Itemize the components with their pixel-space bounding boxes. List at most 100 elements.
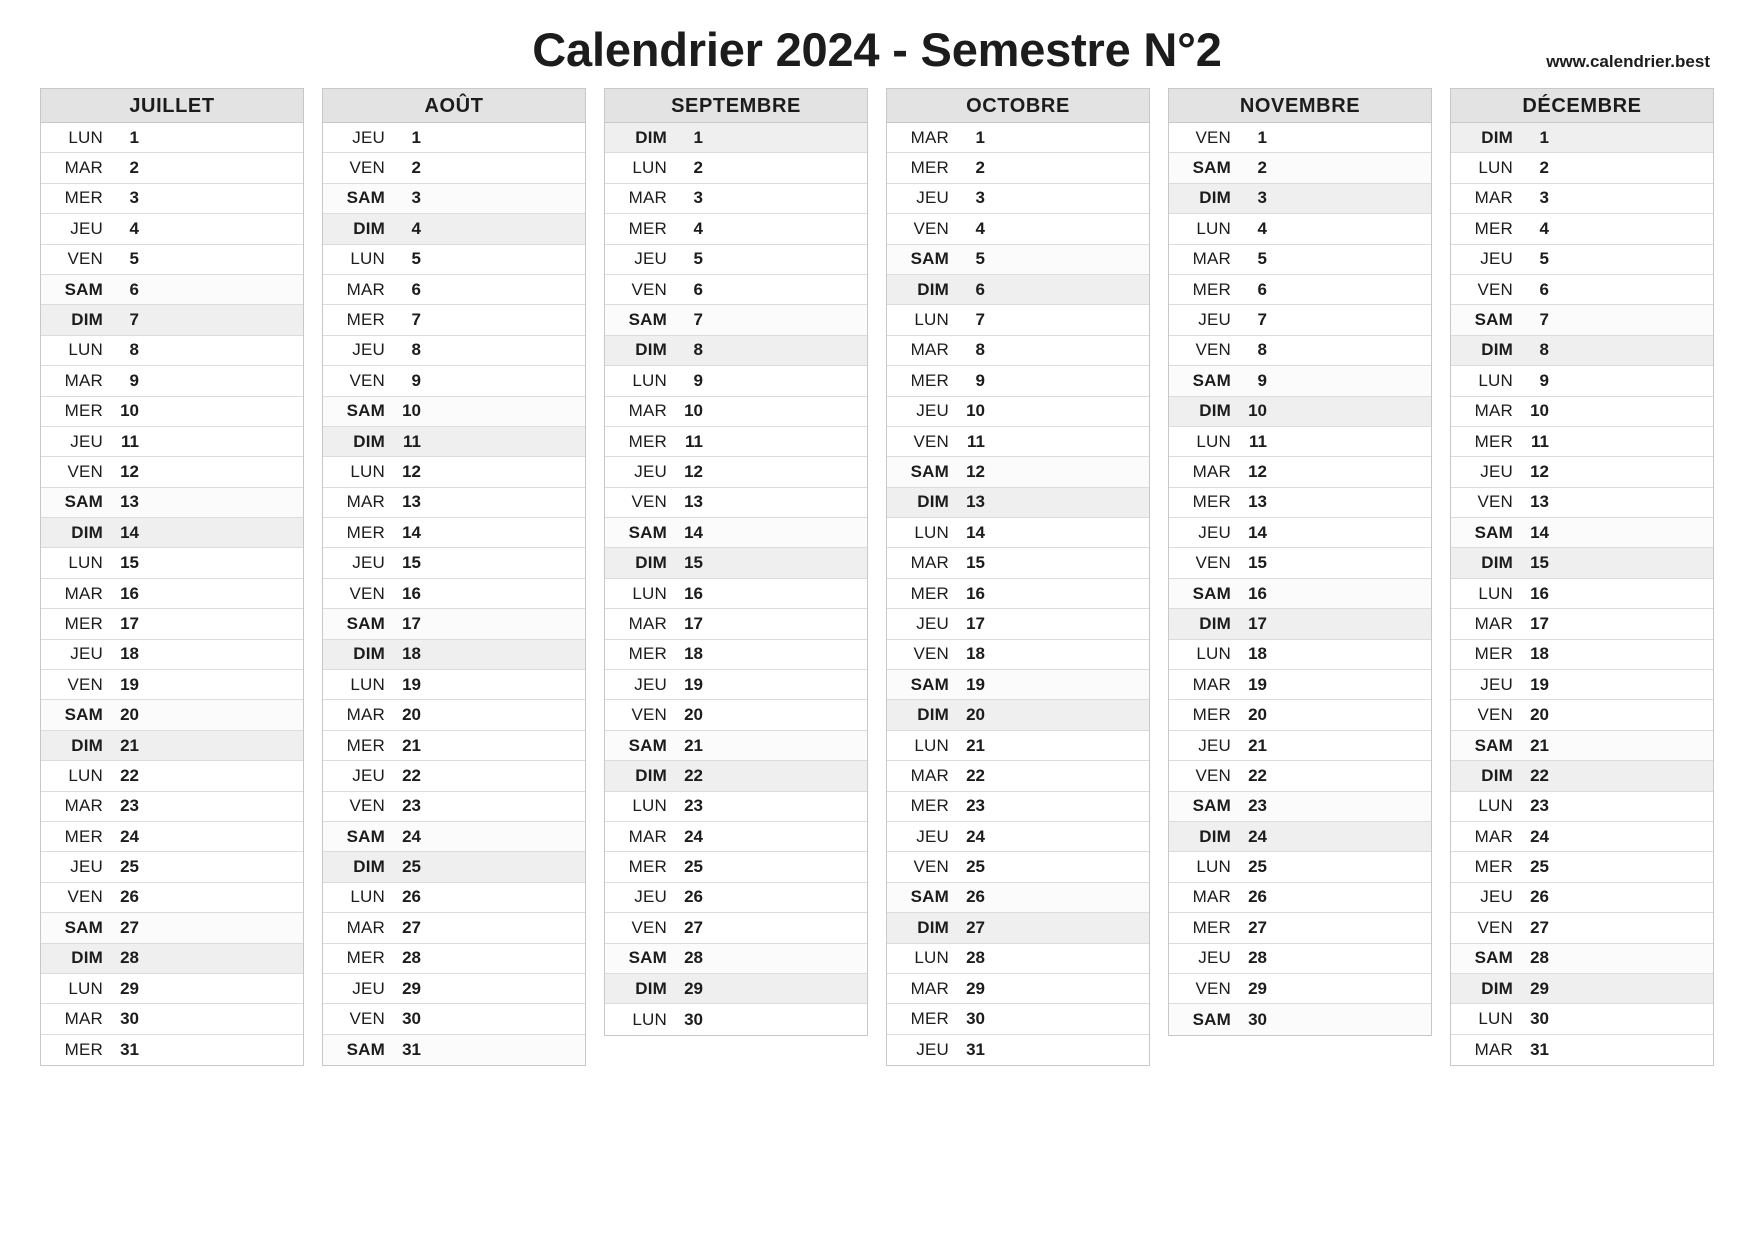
- day-row[interactable]: SAM 23: [1169, 791, 1431, 822]
- day-row[interactable]: MER 25: [605, 852, 867, 883]
- day-row[interactable]: JEU 24: [887, 821, 1149, 853]
- day-row[interactable]: LUN 23: [605, 791, 867, 822]
- day-row[interactable]: JEU 3: [887, 183, 1149, 215]
- day-row[interactable]: MER 23: [887, 791, 1149, 822]
- day-row[interactable]: MAR 19: [1169, 670, 1431, 701]
- day-row[interactable]: JEU 19: [605, 670, 867, 701]
- day-row[interactable]: MER 16: [887, 578, 1149, 610]
- day-row[interactable]: LUN 15: [41, 548, 303, 579]
- day-row[interactable]: MER 21: [323, 730, 585, 762]
- day-row[interactable]: MAR 17: [1451, 609, 1713, 640]
- day-row[interactable]: SAM 19: [887, 670, 1149, 701]
- day-row[interactable]: JEU 12: [605, 457, 867, 488]
- day-row[interactable]: MAR 24: [1451, 821, 1713, 853]
- day-row[interactable]: SAM 27: [41, 913, 303, 944]
- day-row[interactable]: JEU 5: [605, 244, 867, 275]
- day-row[interactable]: MER 13: [1169, 487, 1431, 519]
- day-row[interactable]: VEN 1: [1169, 123, 1431, 154]
- day-row[interactable]: MAR 27: [323, 913, 585, 944]
- day-row[interactable]: JEU 31: [887, 1034, 1149, 1066]
- day-row[interactable]: JEU 28: [1169, 943, 1431, 974]
- day-row[interactable]: JEU 1: [323, 123, 585, 154]
- day-row[interactable]: MAR 3: [605, 183, 867, 215]
- day-row[interactable]: JEU 5: [1451, 244, 1713, 275]
- day-row[interactable]: JEU 4: [41, 214, 303, 245]
- day-row[interactable]: JEU 8: [323, 335, 585, 367]
- day-row[interactable]: JEU 22: [323, 761, 585, 792]
- day-row[interactable]: MER 18: [605, 639, 867, 671]
- day-row[interactable]: DIM 1: [1451, 123, 1713, 154]
- day-row[interactable]: DIM 24: [1169, 821, 1431, 853]
- day-row[interactable]: MER 11: [605, 426, 867, 458]
- day-row[interactable]: SAM 26: [887, 882, 1149, 914]
- day-row[interactable]: JEU 11: [41, 426, 303, 458]
- day-row[interactable]: DIM 8: [1451, 335, 1713, 367]
- day-row[interactable]: SAM 10: [323, 396, 585, 427]
- day-row[interactable]: MER 31: [41, 1034, 303, 1066]
- day-row[interactable]: VEN 12: [41, 457, 303, 488]
- day-row[interactable]: SAM 31: [323, 1034, 585, 1066]
- day-row[interactable]: SAM 7: [605, 305, 867, 336]
- day-row[interactable]: JEU 12: [1451, 457, 1713, 488]
- day-row[interactable]: SAM 13: [41, 487, 303, 519]
- day-row[interactable]: SAM 30: [1169, 1004, 1431, 1035]
- day-row[interactable]: DIM 15: [605, 548, 867, 579]
- day-row[interactable]: MER 20: [1169, 700, 1431, 731]
- day-row[interactable]: MAR 12: [1169, 457, 1431, 488]
- day-row[interactable]: VEN 5: [41, 244, 303, 275]
- day-row[interactable]: SAM 28: [1451, 943, 1713, 974]
- day-row[interactable]: MER 10: [41, 396, 303, 427]
- day-row[interactable]: VEN 26: [41, 882, 303, 914]
- day-row[interactable]: JEU 21: [1169, 730, 1431, 762]
- day-row[interactable]: VEN 2: [323, 153, 585, 184]
- day-row[interactable]: LUN 2: [1451, 153, 1713, 184]
- day-row[interactable]: VEN 19: [41, 670, 303, 701]
- day-row[interactable]: VEN 11: [887, 426, 1149, 458]
- day-row[interactable]: SAM 2: [1169, 153, 1431, 184]
- day-row[interactable]: MAR 8: [887, 335, 1149, 367]
- day-row[interactable]: LUN 30: [605, 1004, 867, 1035]
- day-row[interactable]: MAR 9: [41, 366, 303, 397]
- day-row[interactable]: LUN 11: [1169, 426, 1431, 458]
- day-row[interactable]: VEN 6: [605, 274, 867, 306]
- day-row[interactable]: LUN 23: [1451, 791, 1713, 822]
- day-row[interactable]: VEN 20: [605, 700, 867, 731]
- day-row[interactable]: JEU 10: [887, 396, 1149, 427]
- day-row[interactable]: VEN 4: [887, 214, 1149, 245]
- day-row[interactable]: MAR 26: [1169, 882, 1431, 914]
- day-row[interactable]: VEN 13: [1451, 487, 1713, 519]
- day-row[interactable]: JEU 29: [323, 973, 585, 1005]
- day-row[interactable]: DIM 27: [887, 913, 1149, 944]
- day-row[interactable]: MER 14: [323, 518, 585, 549]
- day-row[interactable]: DIM 13: [887, 487, 1149, 519]
- day-row[interactable]: SAM 9: [1169, 366, 1431, 397]
- day-row[interactable]: JEU 26: [605, 882, 867, 914]
- day-row[interactable]: MER 3: [41, 183, 303, 215]
- day-row[interactable]: LUN 16: [605, 578, 867, 610]
- day-row[interactable]: SAM 20: [41, 700, 303, 731]
- day-row[interactable]: MAR 10: [605, 396, 867, 427]
- day-row[interactable]: DIM 20: [887, 700, 1149, 731]
- day-row[interactable]: SAM 17: [323, 609, 585, 640]
- day-row[interactable]: VEN 9: [323, 366, 585, 397]
- day-row[interactable]: DIM 21: [41, 730, 303, 762]
- day-row[interactable]: DIM 29: [1451, 973, 1713, 1005]
- day-row[interactable]: MER 11: [1451, 426, 1713, 458]
- day-row[interactable]: LUN 29: [41, 973, 303, 1005]
- day-row[interactable]: SAM 16: [1169, 578, 1431, 610]
- day-row[interactable]: MER 25: [1451, 852, 1713, 883]
- day-row[interactable]: DIM 7: [41, 305, 303, 336]
- day-row[interactable]: MER 17: [41, 609, 303, 640]
- day-row[interactable]: LUN 18: [1169, 639, 1431, 671]
- day-row[interactable]: VEN 6: [1451, 274, 1713, 306]
- day-row[interactable]: MAR 1: [887, 123, 1149, 154]
- day-row[interactable]: MAR 13: [323, 487, 585, 519]
- day-row[interactable]: VEN 8: [1169, 335, 1431, 367]
- day-row[interactable]: LUN 14: [887, 518, 1149, 549]
- day-row[interactable]: MAR 23: [41, 791, 303, 822]
- day-row[interactable]: LUN 28: [887, 943, 1149, 974]
- day-row[interactable]: DIM 3: [1169, 183, 1431, 215]
- day-row[interactable]: DIM 6: [887, 274, 1149, 306]
- day-row[interactable]: DIM 15: [1451, 548, 1713, 579]
- day-row[interactable]: VEN 27: [605, 913, 867, 944]
